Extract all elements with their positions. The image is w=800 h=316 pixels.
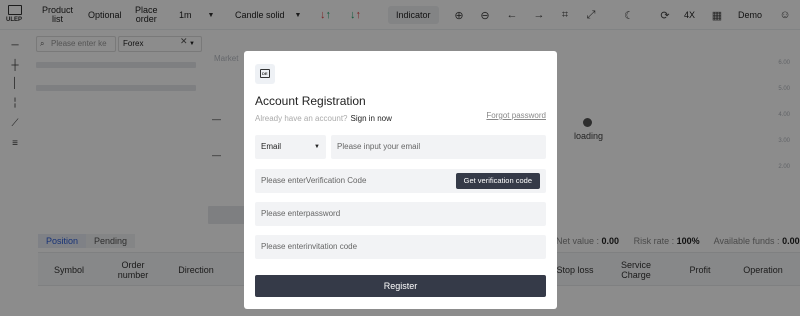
sign-in-link[interactable]: Sign in now <box>351 114 392 123</box>
caret-down-icon: ▼ <box>314 144 320 150</box>
monitor-icon: DE <box>260 69 270 78</box>
password-field[interactable]: Please enterpassword <box>255 202 546 226</box>
verification-code-field[interactable]: Please enterVerification Code Get verifi… <box>255 169 546 193</box>
modal-title: Account Registration <box>255 94 366 108</box>
forgot-password-link[interactable]: Forgot password <box>486 111 546 120</box>
get-verification-code-button[interactable]: Get verification code <box>455 173 540 189</box>
account-type-value: Email <box>261 142 282 151</box>
registration-modal: DE Account Registration Already have an … <box>244 51 557 309</box>
logo-glyph: DE <box>262 71 268 76</box>
email-field[interactable]: Please input your email <box>331 135 546 159</box>
account-type-select[interactable]: Email ▼ <box>255 135 326 159</box>
verification-code-placeholder: Please enterVerification Code <box>261 176 367 185</box>
invitation-code-field[interactable]: Please enterinvitation code <box>255 235 546 259</box>
modal-logo: DE <box>255 64 275 84</box>
have-account-text: Already have an account? Sign in now <box>255 114 392 123</box>
register-button[interactable]: Register <box>255 275 546 297</box>
have-account-label: Already have an account? <box>255 114 348 123</box>
